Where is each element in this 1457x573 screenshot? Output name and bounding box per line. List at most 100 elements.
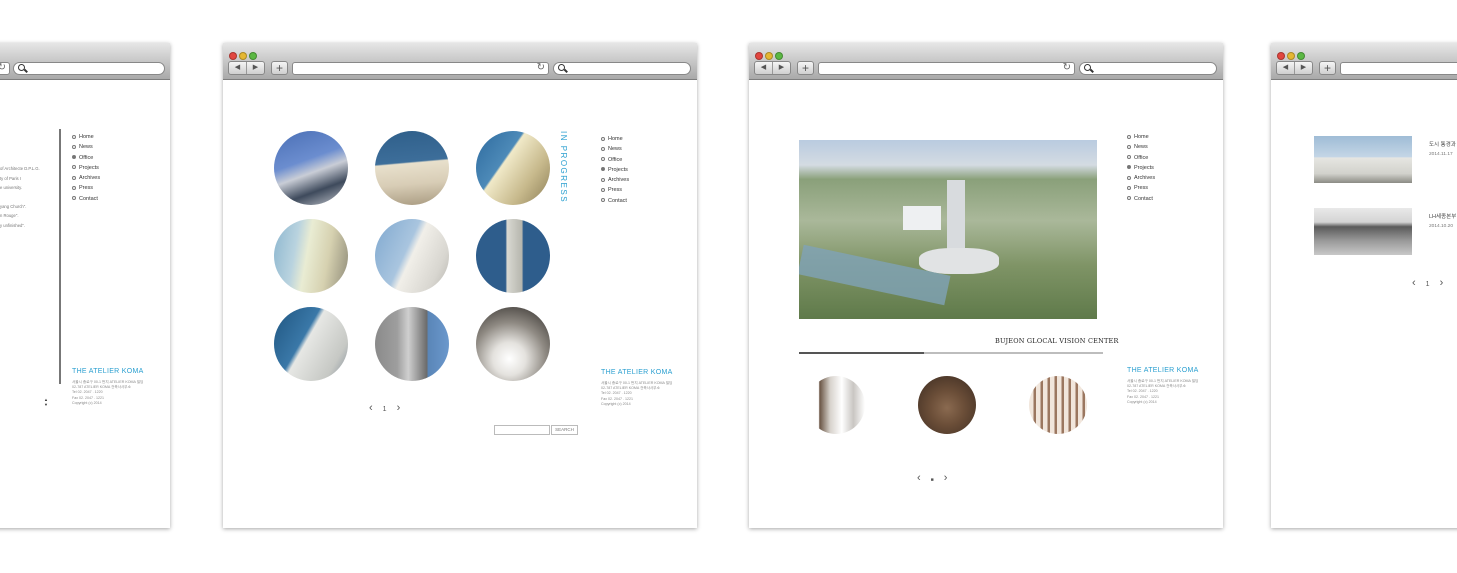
brand-logo-text[interactable]: THE ATELIER KOMA bbox=[72, 368, 144, 375]
reload-icon[interactable]: ↻ bbox=[537, 62, 545, 73]
address-bar[interactable]: ↻ bbox=[818, 62, 1075, 75]
news-date: 2014.10.20 bbox=[1429, 224, 1454, 229]
project-thumb-7[interactable] bbox=[274, 307, 348, 381]
news-title[interactable]: LH세종본부 bbox=[1429, 212, 1456, 220]
nav-item-office[interactable]: Office bbox=[1127, 153, 1155, 163]
nav-item-contact[interactable]: Contact bbox=[72, 194, 100, 204]
window-controls bbox=[755, 47, 785, 60]
project-thumb-6[interactable] bbox=[476, 219, 550, 293]
radio-dot-icon bbox=[601, 157, 605, 162]
nav-item-contact[interactable]: Contact bbox=[601, 196, 629, 206]
browser-search-field[interactable] bbox=[1079, 62, 1217, 75]
address-bar[interactable]: ↻ bbox=[0, 62, 10, 75]
project-thumb-9[interactable] bbox=[476, 307, 550, 381]
back-arrow-icon[interactable]: ◀ bbox=[229, 62, 247, 74]
reload-icon[interactable]: ↻ bbox=[0, 62, 6, 73]
news-thumb-2[interactable] bbox=[1314, 208, 1412, 255]
brand-logo-text[interactable]: THE ATELIER KOMA bbox=[601, 369, 673, 376]
nav-item-archives[interactable]: Archives bbox=[1127, 173, 1155, 183]
nav-item-news[interactable]: News bbox=[72, 142, 100, 152]
browser-search-field[interactable] bbox=[553, 62, 691, 75]
address-bar[interactable]: ↻ bbox=[292, 62, 549, 75]
page-number[interactable]: 1 bbox=[383, 406, 387, 413]
reload-icon[interactable]: ↻ bbox=[1063, 62, 1071, 73]
project-search-button[interactable]: SEARCH bbox=[551, 425, 578, 435]
section-title-vertical: IN PROGRESS bbox=[559, 131, 568, 204]
minimize-window-button[interactable] bbox=[765, 52, 773, 60]
site-nav: Home News Office Projects Archives Press… bbox=[72, 132, 100, 204]
radio-dot-icon bbox=[1127, 134, 1131, 139]
minimize-window-button[interactable] bbox=[239, 52, 247, 60]
zoom-window-button[interactable] bbox=[775, 52, 783, 60]
zoom-window-button[interactable] bbox=[1297, 52, 1305, 60]
forward-arrow-icon[interactable]: ▶ bbox=[773, 62, 790, 74]
close-window-button[interactable] bbox=[1277, 52, 1285, 60]
minimize-window-button[interactable] bbox=[1287, 52, 1295, 60]
project-thumb-5[interactable] bbox=[375, 219, 449, 293]
nav-item-archives[interactable]: Archives bbox=[601, 175, 629, 185]
close-window-button[interactable] bbox=[755, 52, 763, 60]
project-thumb-4[interactable] bbox=[274, 219, 348, 293]
browser-toolbar: ↻ bbox=[0, 43, 170, 80]
project-search-input[interactable] bbox=[494, 425, 550, 435]
nav-item-home[interactable]: Home bbox=[601, 134, 629, 144]
prev-page-chevron-icon[interactable]: ‹ bbox=[917, 472, 921, 484]
hero-building bbox=[903, 206, 941, 230]
new-tab-button[interactable]: + bbox=[1319, 61, 1336, 75]
news-title[interactable]: 도시 통경과 bbox=[1429, 140, 1456, 148]
page-indicator[interactable]: ■ bbox=[931, 477, 934, 483]
nav-item-office[interactable]: Office bbox=[72, 153, 100, 163]
project-detail-thumb-1[interactable] bbox=[807, 376, 865, 434]
project-progress-fill bbox=[799, 352, 924, 354]
nav-item-projects[interactable]: Projects bbox=[1127, 163, 1155, 173]
project-thumb-3[interactable] bbox=[476, 131, 550, 205]
nav-item-press[interactable]: Press bbox=[601, 185, 629, 195]
radio-dot-icon bbox=[601, 177, 605, 182]
nav-item-home[interactable]: Home bbox=[72, 132, 100, 142]
project-thumb-2[interactable] bbox=[375, 131, 449, 205]
browser-search-field[interactable] bbox=[13, 62, 165, 75]
news-thumb-1[interactable] bbox=[1314, 136, 1412, 183]
browser-window-projects-grid: ◀ ▶ + ↻ IN PROGRESS Home News Office Proj… bbox=[223, 43, 697, 528]
nav-item-contact[interactable]: Contact bbox=[1127, 194, 1155, 204]
nav-item-archives[interactable]: Archives bbox=[72, 173, 100, 183]
forward-arrow-icon[interactable]: ▶ bbox=[247, 62, 264, 74]
radio-dot-icon bbox=[601, 136, 605, 141]
back-arrow-icon[interactable]: ◀ bbox=[755, 62, 773, 74]
radio-dot-icon bbox=[1127, 175, 1131, 180]
project-detail-thumb-3[interactable] bbox=[1029, 376, 1087, 434]
nav-item-press[interactable]: Press bbox=[1127, 183, 1155, 193]
nav-item-news[interactable]: News bbox=[1127, 142, 1155, 152]
nav-item-news[interactable]: News bbox=[601, 144, 629, 154]
next-page-chevron-icon[interactable]: › bbox=[944, 472, 948, 484]
footer-address: 서울시 종로구 00-1 번지 ATELIER KOMA 빌딩 02-787 AT… bbox=[601, 381, 673, 406]
nav-item-projects[interactable]: Projects bbox=[72, 163, 100, 173]
zoom-window-button[interactable] bbox=[249, 52, 257, 60]
scroll-arrows[interactable]: ▲ ▼ bbox=[44, 397, 48, 407]
page-number[interactable]: 1 bbox=[1426, 281, 1430, 288]
forward-arrow-icon[interactable]: ▶ bbox=[1295, 62, 1312, 74]
next-page-chevron-icon[interactable]: › bbox=[1440, 277, 1444, 289]
browser-toolbar: ◀ ▶ + ↻ bbox=[749, 43, 1223, 80]
back-arrow-icon[interactable]: ◀ bbox=[1277, 62, 1295, 74]
new-tab-button[interactable]: + bbox=[797, 61, 814, 75]
project-hero-image bbox=[799, 140, 1097, 319]
radio-dot-selected-icon bbox=[1127, 165, 1131, 170]
prev-page-chevron-icon[interactable]: ‹ bbox=[1412, 277, 1416, 289]
prev-page-chevron-icon[interactable]: ‹ bbox=[369, 402, 373, 414]
brand-logo-text[interactable]: THE ATELIER KOMA bbox=[1127, 367, 1199, 374]
project-thumb-1[interactable] bbox=[274, 131, 348, 205]
project-thumb-8[interactable] bbox=[375, 307, 449, 381]
close-window-button[interactable] bbox=[229, 52, 237, 60]
nav-item-projects[interactable]: Projects bbox=[601, 165, 629, 175]
footer-address: 서울시 종로구 00-1 번지 ATELIER KOMA 빌딩 02-787 AT… bbox=[1127, 379, 1199, 404]
nav-item-office[interactable]: Office bbox=[601, 155, 629, 165]
next-page-chevron-icon[interactable]: › bbox=[397, 402, 401, 414]
project-detail-thumb-2[interactable] bbox=[918, 376, 976, 434]
radio-dot-icon bbox=[601, 198, 605, 203]
address-bar[interactable] bbox=[1340, 62, 1457, 75]
new-tab-button[interactable]: + bbox=[271, 61, 288, 75]
nav-item-press[interactable]: Press bbox=[72, 183, 100, 193]
radio-dot-icon bbox=[72, 175, 76, 180]
nav-item-home[interactable]: Home bbox=[1127, 132, 1155, 142]
